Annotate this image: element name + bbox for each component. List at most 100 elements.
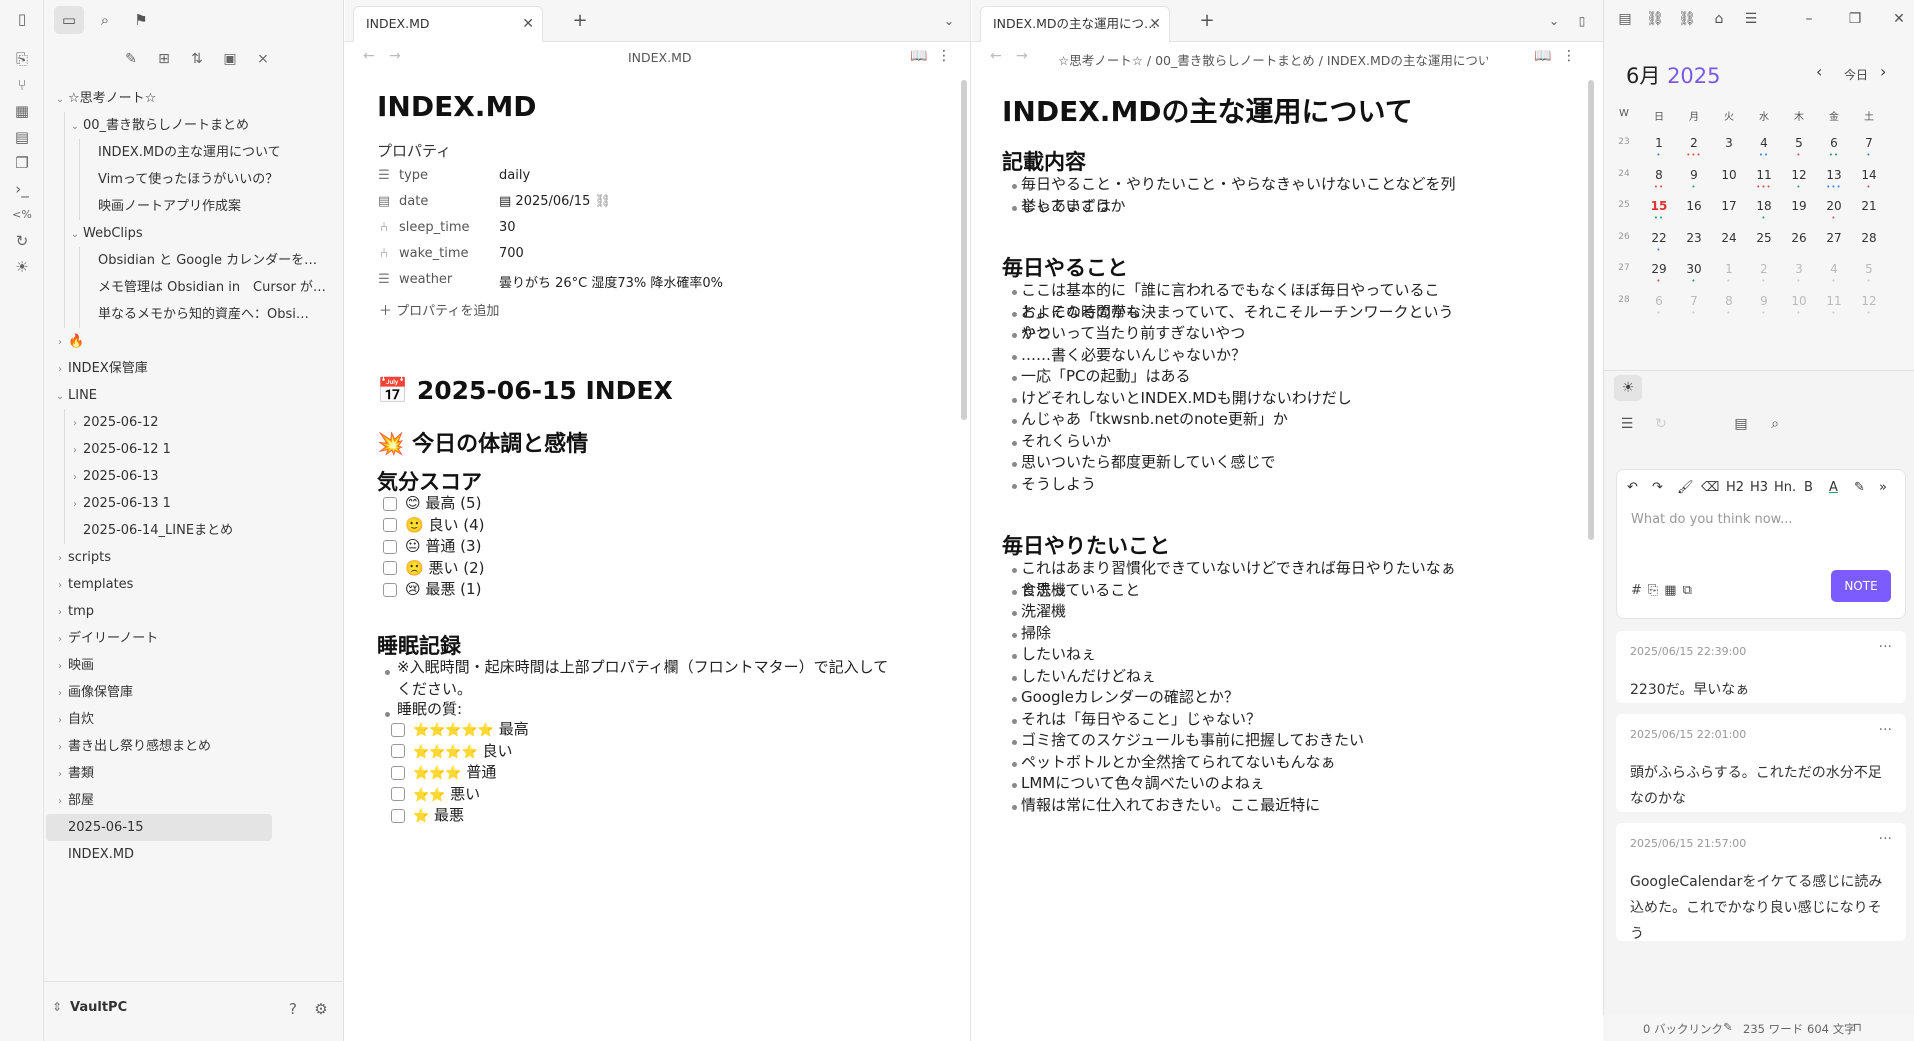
outgoing-link-icon[interactable]: ⛓ bbox=[1676, 8, 1698, 30]
mood-option[interactable]: 🙂 良い (4) bbox=[383, 514, 484, 535]
property-key-wake_time[interactable]: wake_time bbox=[399, 246, 469, 261]
sleep-quality-option[interactable]: ⭐⭐⭐ 普通 bbox=[391, 761, 496, 782]
back-arrow-icon[interactable]: ← bbox=[990, 48, 1002, 64]
sync-icon[interactable]: ↻ bbox=[11, 230, 33, 252]
tree-item[interactable]: メモ管理は Obsidian in Cursor が… bbox=[82, 274, 334, 301]
calendar-day[interactable]: 10 bbox=[1784, 294, 1814, 308]
toggle-right-sidebar-icon[interactable]: ▯ bbox=[1570, 8, 1594, 34]
calendar-day[interactable]: 2 bbox=[1679, 136, 1709, 150]
eraser-icon[interactable]: ⌫ bbox=[1701, 480, 1719, 495]
graph-view-icon[interactable]: ⑂ bbox=[11, 74, 33, 96]
reading-mode-icon[interactable]: 📖 bbox=[1534, 48, 1551, 64]
menu-icon[interactable]: ☰ bbox=[1616, 413, 1638, 435]
tree-item[interactable]: › 2025-06-13 1 bbox=[67, 490, 334, 517]
checkbox[interactable] bbox=[383, 539, 397, 554]
scrollbar[interactable] bbox=[961, 80, 967, 420]
chevron-right-icon[interactable]: › bbox=[52, 734, 68, 760]
property-value-weather[interactable]: 曇りがち 26°C 湿度73% 降水確率0% bbox=[499, 272, 723, 291]
more-options-icon[interactable]: ⋮ bbox=[937, 48, 951, 64]
chevron-right-icon[interactable]: › bbox=[52, 572, 68, 598]
lightbulb-icon[interactable]: ☀ bbox=[1614, 375, 1642, 401]
undo-icon[interactable]: ↶ bbox=[1627, 480, 1638, 495]
refresh-icon[interactable]: ↻ bbox=[1650, 413, 1672, 435]
calendar-day[interactable]: 8 bbox=[1714, 294, 1744, 308]
heading-3-button[interactable]: H3 bbox=[1750, 480, 1768, 495]
checkbox[interactable] bbox=[383, 518, 397, 532]
close-tab-icon[interactable]: ✕ bbox=[522, 7, 534, 41]
tree-item[interactable]: INDEX.MD bbox=[52, 841, 334, 868]
scrollbar[interactable] bbox=[1588, 80, 1594, 540]
memo-card[interactable]: 2025/06/15 22:39:00 ··· 2230だ。早いなぁ bbox=[1616, 631, 1906, 703]
calendar-day[interactable]: 26 bbox=[1784, 231, 1814, 245]
property-value-sleep_time[interactable]: 30 bbox=[499, 220, 516, 235]
chevron-down-icon[interactable]: ⌄ bbox=[937, 8, 961, 34]
tree-item[interactable]: 2025-06-15 bbox=[46, 814, 272, 841]
chevron-down-icon[interactable]: ⌄ bbox=[67, 221, 83, 247]
forward-arrow-icon[interactable]: → bbox=[1016, 48, 1028, 64]
close-window-icon[interactable]: ✕ bbox=[1888, 8, 1910, 30]
calendar-day[interactable]: 8 bbox=[1644, 168, 1674, 182]
calendar-icon[interactable]: ▤ bbox=[1614, 8, 1636, 30]
vault-name[interactable]: VaultPC bbox=[70, 1000, 127, 1015]
tree-item[interactable]: ⌄ WebClips bbox=[67, 220, 334, 247]
calendar-day[interactable]: 16 bbox=[1679, 199, 1709, 213]
calendar-day[interactable]: 3 bbox=[1784, 262, 1814, 276]
bold-button[interactable]: B bbox=[1804, 480, 1813, 495]
calendar-day[interactable]: 6 bbox=[1644, 294, 1674, 308]
toggle-sidebar-icon[interactable]: ▯ bbox=[11, 8, 33, 30]
calendar-day[interactable]: 13 bbox=[1819, 168, 1849, 182]
calendar-day[interactable]: 18 bbox=[1749, 199, 1779, 213]
calendar-day[interactable]: 21 bbox=[1854, 199, 1884, 213]
mood-option[interactable]: 🙁 悪い (2) bbox=[383, 557, 484, 578]
chevron-down-icon[interactable]: ⌄ bbox=[52, 86, 68, 112]
close-tab-icon[interactable]: ✕ bbox=[1149, 7, 1161, 41]
tree-item[interactable]: › INDEX保管庫 bbox=[52, 355, 334, 382]
chevron-down-icon[interactable]: ⌄ bbox=[67, 113, 83, 139]
calendar-day[interactable]: 1 bbox=[1644, 136, 1674, 150]
add-property-button[interactable]: ＋ プロパティを追加 bbox=[379, 300, 499, 319]
checkbox[interactable] bbox=[383, 582, 397, 597]
calendar-day[interactable]: 19 bbox=[1784, 199, 1814, 213]
chevron-right-icon[interactable]: › bbox=[67, 491, 83, 517]
today-button[interactable]: 今日 bbox=[1844, 66, 1868, 83]
tree-item[interactable]: › 書き出し祭り感想まとめ bbox=[52, 733, 334, 760]
calendar-day[interactable]: 2 bbox=[1749, 262, 1779, 276]
tree-item[interactable]: ⌄ LINE bbox=[52, 382, 334, 409]
text-color-button[interactable]: A bbox=[1829, 480, 1838, 495]
calendar-day[interactable]: 25 bbox=[1749, 231, 1779, 245]
more-icon[interactable]: » bbox=[1879, 480, 1887, 495]
tree-item[interactable]: 2025-06-14_LINEまとめ bbox=[67, 517, 334, 544]
calendar-day[interactable]: 12 bbox=[1854, 294, 1884, 308]
tag-icon[interactable]: ⌂ bbox=[1708, 8, 1730, 30]
calendar-day[interactable]: 11 bbox=[1819, 294, 1849, 308]
sleep-quality-option[interactable]: ⭐⭐⭐⭐⭐ 最高 bbox=[391, 718, 529, 739]
calendar-day[interactable]: 29 bbox=[1644, 262, 1674, 276]
calendar-day[interactable]: 15 bbox=[1644, 199, 1674, 213]
calendar-day[interactable]: 7 bbox=[1679, 294, 1709, 308]
tree-item[interactable]: Obsidian と Google カレンダーを… bbox=[82, 247, 334, 274]
calendar-day[interactable]: 27 bbox=[1819, 231, 1849, 245]
outline-icon[interactable]: ☰ bbox=[1740, 8, 1762, 30]
terminal-icon[interactable]: ›_ bbox=[11, 178, 33, 200]
tree-item[interactable]: 単なるメモから知的資産へ：Obsi… bbox=[82, 301, 334, 328]
chevron-right-icon[interactable]: › bbox=[52, 653, 68, 679]
settings-gear-icon[interactable]: ⚙ bbox=[310, 998, 332, 1020]
tree-item[interactable]: › 画像保管庫 bbox=[52, 679, 334, 706]
backlinks-count[interactable]: 0 バックリンク bbox=[1643, 1021, 1723, 1037]
new-tab-icon[interactable]: + bbox=[1194, 8, 1220, 34]
new-folder-icon[interactable]: ⊞ bbox=[153, 48, 175, 70]
chevron-down-icon[interactable]: ⌄ bbox=[52, 383, 68, 409]
chevron-right-icon[interactable]: › bbox=[52, 788, 68, 814]
calendar-day[interactable]: 30 bbox=[1679, 262, 1709, 276]
bookmark-icon[interactable]: ⚑ bbox=[126, 6, 156, 34]
memo-card[interactable]: 2025/06/15 21:57:00 ··· GoogleCalendarをイケて… bbox=[1616, 823, 1906, 942]
minimize-icon[interactable]: – bbox=[1798, 8, 1820, 30]
tree-item[interactable]: › scripts bbox=[52, 544, 334, 571]
breadcrumb[interactable]: ☆思考ノート☆ / 00_書き散らしノートまとめ / INDEX.MDの主な運用… bbox=[1058, 50, 1488, 69]
calendar-day[interactable]: 11 bbox=[1749, 168, 1779, 182]
next-month-icon[interactable]: › bbox=[1880, 62, 1886, 81]
prev-month-icon[interactable]: ‹ bbox=[1816, 62, 1822, 81]
chevron-right-icon[interactable]: › bbox=[52, 626, 68, 652]
view-title[interactable]: INDEX.MD bbox=[628, 50, 692, 65]
tree-item[interactable]: ⌄ ☆思考ノート☆ bbox=[52, 85, 334, 112]
